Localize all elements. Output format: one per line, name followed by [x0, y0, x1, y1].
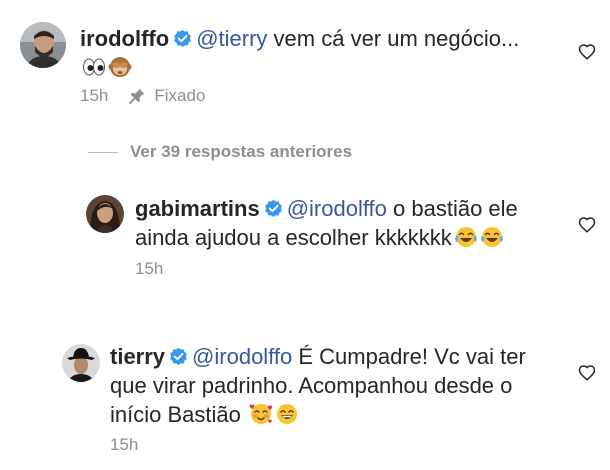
comment-meta: 15h Fixado	[80, 86, 205, 106]
comment-text-line-2: ainda ajudou a escolher kkkkkkk	[135, 225, 452, 250]
timestamp: 15h	[110, 435, 139, 454]
like-heart-icon[interactable]	[578, 364, 596, 382]
comment-text-line-3: início Bastião	[110, 402, 241, 427]
comment-text-line-1: o bastião ele	[386, 196, 518, 221]
verified-badge-icon	[173, 29, 192, 48]
verified-badge-icon	[169, 347, 188, 366]
username[interactable]: tierry	[110, 344, 165, 369]
see-no-evil-monkey-emoji-icon	[108, 55, 132, 79]
avatar-gabimartins[interactable]	[86, 195, 124, 233]
comment-body: gabimartins @irodolffo o bastião ele aind…	[135, 194, 575, 252]
username[interactable]: gabimartins	[135, 196, 260, 221]
avatar-irodolffo[interactable]	[20, 22, 66, 68]
mention-link[interactable]: @tierry	[196, 26, 267, 51]
avatar-tierry[interactable]	[62, 344, 100, 382]
comment-body: tierry @irodolffo É Cumpadre! Vc vai ter …	[110, 342, 570, 429]
comment-text-line-1: É Cumpadre! Vc vai ter	[292, 344, 526, 369]
eyes-emoji-icon	[82, 55, 106, 79]
mention-link[interactable]: @irodolffo	[192, 344, 292, 369]
view-replies-label: Ver 39 respostas anteriores	[130, 142, 353, 161]
comment-body: irodolffo @tierry vem cá ver um negócio..…	[80, 24, 560, 82]
grinning-face-emoji-icon	[275, 402, 299, 426]
pin-icon	[128, 87, 146, 105]
divider-line	[88, 151, 118, 153]
like-heart-icon[interactable]	[578, 43, 596, 61]
username[interactable]: irodolffo	[80, 26, 169, 51]
verified-badge-icon	[264, 199, 283, 218]
comment-text-line-2: que virar padrinho. Acompanhou desde o	[110, 373, 513, 398]
timestamp: 15h	[135, 259, 164, 278]
tears-of-joy-emoji-icon	[480, 225, 504, 249]
smiling-face-with-hearts-emoji-icon	[249, 402, 273, 426]
tears-of-joy-emoji-icon	[454, 225, 478, 249]
comment-text: vem cá ver um negócio...	[267, 26, 520, 51]
mention-link[interactable]: @irodolffo	[287, 196, 387, 221]
like-heart-icon[interactable]	[578, 216, 596, 234]
view-previous-replies-button[interactable]: Ver 39 respostas anteriores	[88, 142, 352, 162]
timestamp: 15h	[80, 86, 109, 105]
comment-meta: 15h	[135, 259, 163, 279]
pinned-label: Fixado	[154, 86, 206, 105]
comment-meta: 15h	[110, 435, 138, 455]
